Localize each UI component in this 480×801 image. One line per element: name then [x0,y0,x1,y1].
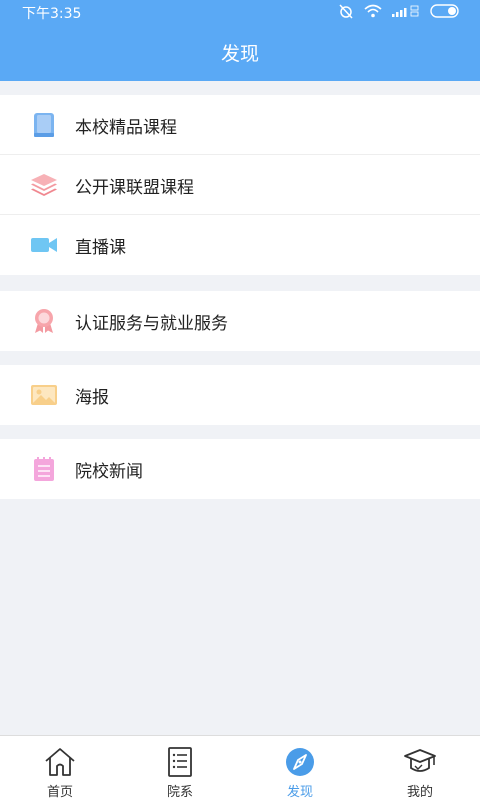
menu-item-school-courses[interactable]: 本校精品课程 [0,95,480,155]
tab-label: 我的 [406,785,433,800]
menu-group-courses: 本校精品课程 公开课联盟课程 直播课 [0,95,480,275]
battery-icon [430,4,459,18]
tab-mine[interactable]: 我的 [360,736,480,801]
award-ribbon-icon [35,309,53,333]
menu-group-services: 认证服务与就业服务 [0,291,480,351]
page-header: 发现 [0,24,480,81]
wifi-icon [364,4,382,18]
alarm-off-icon [339,4,353,19]
menu-item-school-news[interactable]: 院校新闻 [0,439,480,499]
tab-home[interactable]: 首页 [0,736,120,801]
status-icons [338,3,462,19]
menu-item-open-course-alliance[interactable]: 公开课联盟课程 [0,155,480,215]
notepad-icon [34,457,54,481]
menu-item-label: 院校新闻 [75,462,143,482]
image-icon [31,385,57,405]
tab-departments[interactable]: 院系 [120,736,240,801]
tab-discover[interactable]: 发现 [240,736,360,801]
menu-item-label: 海报 [75,388,109,408]
menu-item-label: 认证服务与就业服务 [75,314,228,334]
menu-item-label: 本校精品课程 [75,118,177,138]
tab-label: 发现 [286,785,313,800]
graduation-cap-icon [404,749,436,772]
layers-icon [31,174,57,196]
video-camera-icon [31,238,57,252]
menu-group-posters: 海报 [0,365,480,425]
home-icon [45,748,75,776]
menu-item-label: 直播课 [75,238,126,258]
tab-label: 院系 [166,785,193,800]
page-title: 发现 [220,43,259,65]
list-document-icon [168,747,192,777]
menu-item-certification-services[interactable]: 认证服务与就业服务 [0,291,480,351]
menu-item-label: 公开课联盟课程 [75,178,194,198]
status-bar: 下午3:35 [0,0,480,24]
bottom-tab-bar: 首页 院系 发现 我的 [0,735,480,801]
menu-item-live-course[interactable]: 直播课 [0,215,480,275]
compass-icon [286,748,314,776]
signal-icon [392,5,419,17]
tab-label: 首页 [46,785,73,800]
menu-group-news: 院校新闻 [0,439,480,499]
status-time: 下午3:35 [22,6,82,22]
menu-item-posters[interactable]: 海报 [0,365,480,425]
book-icon [34,113,54,137]
